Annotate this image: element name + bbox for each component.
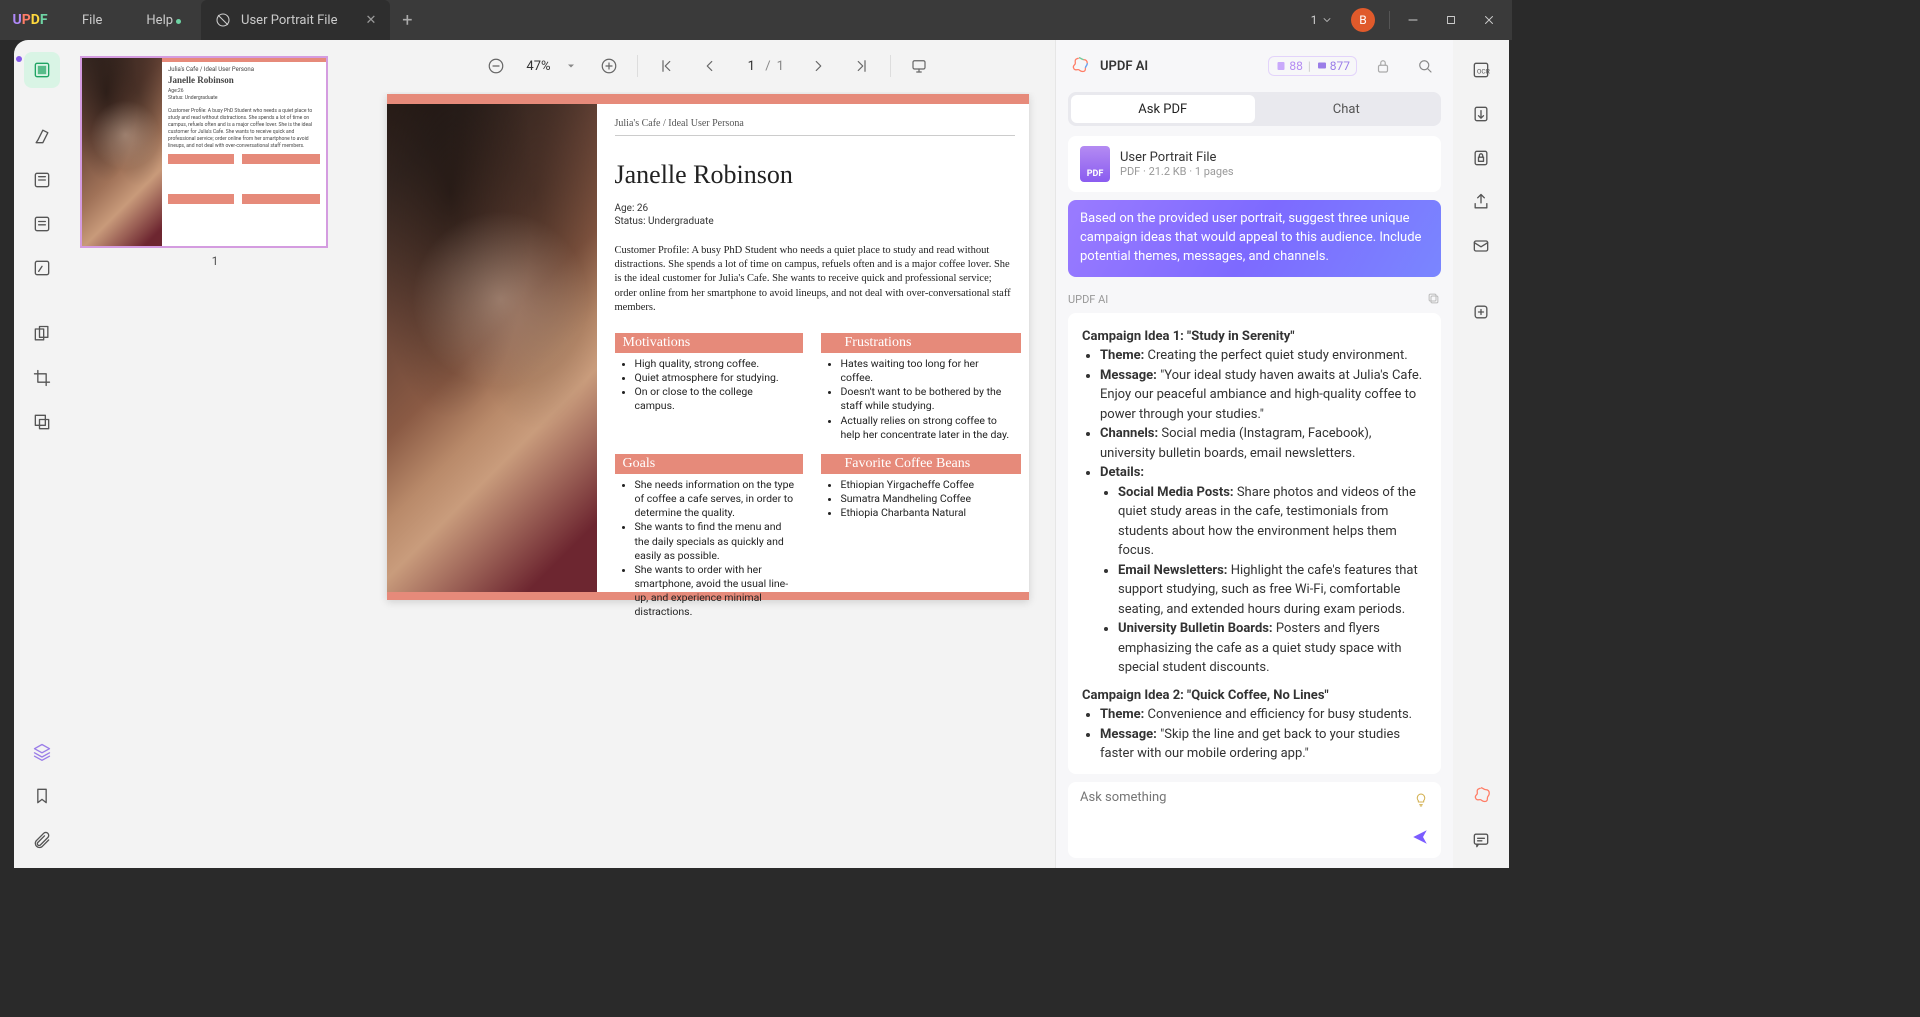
document-toolbar: 47% /1: [360, 40, 1055, 92]
credit-chat-icon: [1316, 60, 1328, 72]
reading-tool[interactable]: [24, 206, 60, 242]
page-number-field[interactable]: /1: [734, 59, 794, 74]
menu-help[interactable]: Help: [124, 13, 195, 28]
window-close-button[interactable]: [1472, 6, 1506, 34]
title-bar: UPDF File Help User Portrait File ✕ + 1 …: [0, 0, 1512, 40]
thumbnail-pane: Julia's Cafe / Ideal User Persona Janell…: [70, 40, 360, 868]
ai-panel-title: UPDF AI: [1100, 59, 1258, 74]
user-avatar[interactable]: B: [1351, 8, 1375, 32]
credit-doc-icon: [1275, 60, 1287, 72]
window-page-indicator[interactable]: 1: [1305, 6, 1339, 34]
page-input[interactable]: [740, 59, 762, 74]
left-toolbar: [14, 40, 70, 868]
search-icon[interactable]: [1409, 50, 1441, 82]
protect-tool[interactable]: [1463, 140, 1499, 176]
file-name: User Portrait File: [1120, 150, 1234, 165]
presentation-button[interactable]: [903, 50, 935, 82]
user-prompt: Based on the provided user portrait, sug…: [1068, 200, 1441, 277]
tab-ask-pdf[interactable]: Ask PDF: [1071, 95, 1255, 123]
persona-profile: Customer Profile: A busy PhD Student who…: [615, 244, 1015, 315]
share-tool[interactable]: [1463, 184, 1499, 220]
pdf-file-icon: PDF: [1080, 146, 1110, 182]
close-tab-icon[interactable]: ✕: [365, 13, 376, 28]
svg-text:OCR: OCR: [1477, 67, 1490, 75]
frustrations-list: Hates waiting too long for her coffee.Do…: [821, 353, 1021, 448]
zoom-in-button[interactable]: [593, 50, 625, 82]
ai-credits[interactable]: 88 | 877: [1268, 56, 1357, 76]
separator: [1389, 11, 1390, 29]
tab-chat[interactable]: Chat: [1255, 95, 1439, 123]
persona-subhead: Julia's Cafe / Ideal User Persona: [615, 118, 1015, 129]
zoom-value: 47%: [526, 59, 550, 74]
comments-tool[interactable]: [1463, 822, 1499, 858]
unsaved-icon: [215, 12, 231, 28]
menu-file[interactable]: File: [60, 13, 124, 28]
zoom-out-button[interactable]: [480, 50, 512, 82]
document-tab[interactable]: User Portrait File ✕: [201, 0, 390, 40]
app-logo: UPDF: [0, 12, 60, 28]
pdf-page: Julia's Cafe / Ideal User Persona Janell…: [387, 94, 1029, 600]
bookmark-tool[interactable]: [24, 778, 60, 814]
copy-response-icon[interactable]: [1426, 291, 1441, 309]
document-viewport[interactable]: Julia's Cafe / Ideal User Persona Janell…: [360, 92, 1055, 868]
tab-title: User Portrait File: [241, 13, 337, 28]
ai-panel: UPDF AI 88 | 877 Ask PDF Chat PDF User P…: [1055, 40, 1453, 868]
page-thumbnail[interactable]: Julia's Cafe / Ideal User Persona Janell…: [80, 56, 328, 248]
ai-prompt-input[interactable]: [1080, 790, 1429, 818]
compress-tool[interactable]: [1463, 294, 1499, 330]
lock-icon[interactable]: [1367, 50, 1399, 82]
window-minimize-button[interactable]: [1396, 6, 1430, 34]
right-toolbar: OCR: [1453, 40, 1509, 868]
layers-tool[interactable]: [24, 734, 60, 770]
persona-photo-thumb: [82, 58, 162, 248]
thumbnails-tool[interactable]: [24, 52, 60, 88]
persona-photo: [387, 104, 597, 592]
prev-page-button[interactable]: [692, 50, 724, 82]
ai-tabs: Ask PDF Chat: [1068, 92, 1441, 126]
next-page-button[interactable]: [804, 50, 836, 82]
last-page-button[interactable]: [846, 50, 878, 82]
updf-ai-logo-icon: [1068, 55, 1090, 77]
ai-input-box[interactable]: [1068, 782, 1441, 858]
organize-pages-tool[interactable]: [24, 316, 60, 352]
chevron-down-icon: [1321, 14, 1333, 26]
form-tool[interactable]: [24, 250, 60, 286]
attached-file-card[interactable]: PDF User Portrait File PDF · 21.2 KB · 1…: [1068, 136, 1441, 192]
zoom-dropdown[interactable]: [565, 57, 583, 76]
beans-list: Ethiopian Yirgacheffe CoffeeSumatra Mand…: [821, 474, 1021, 527]
first-page-button[interactable]: [650, 50, 682, 82]
thumbnail-page-number: 1: [80, 254, 350, 268]
crop-tool[interactable]: [24, 360, 60, 396]
motivations-heading: Motivations: [615, 333, 803, 353]
ai-response[interactable]: Campaign Idea 1: "Study in Serenity" The…: [1068, 313, 1441, 774]
beans-heading: Favorite Coffee Beans: [821, 454, 1021, 474]
new-tab-button[interactable]: +: [390, 10, 424, 31]
response-source: UPDF AI: [1068, 293, 1108, 306]
edit-text-tool[interactable]: [24, 162, 60, 198]
email-tool[interactable]: [1463, 228, 1499, 264]
ocr-tool[interactable]: OCR: [1463, 52, 1499, 88]
goals-list: She needs information on the type of cof…: [615, 474, 803, 626]
highlight-tool[interactable]: [24, 118, 60, 154]
attachment-tool[interactable]: [24, 822, 60, 858]
persona-name: Janelle Robinson: [615, 160, 1015, 190]
persona-status: Status: Undergraduate: [615, 215, 1015, 228]
redact-tool[interactable]: [24, 404, 60, 440]
suggestion-icon[interactable]: [1413, 792, 1429, 808]
send-button[interactable]: [1411, 828, 1429, 850]
convert-tool[interactable]: [1463, 96, 1499, 132]
frustrations-heading: Frustrations: [821, 333, 1021, 353]
goals-heading: Goals: [615, 454, 803, 474]
ai-toggle-button[interactable]: [1463, 778, 1499, 814]
motivations-list: High quality, strong coffee.Quiet atmosp…: [615, 353, 803, 420]
persona-age: Age: 26: [615, 202, 1015, 215]
window-maximize-button[interactable]: [1434, 6, 1468, 34]
file-details: PDF · 21.2 KB · 1 pages: [1120, 165, 1234, 178]
